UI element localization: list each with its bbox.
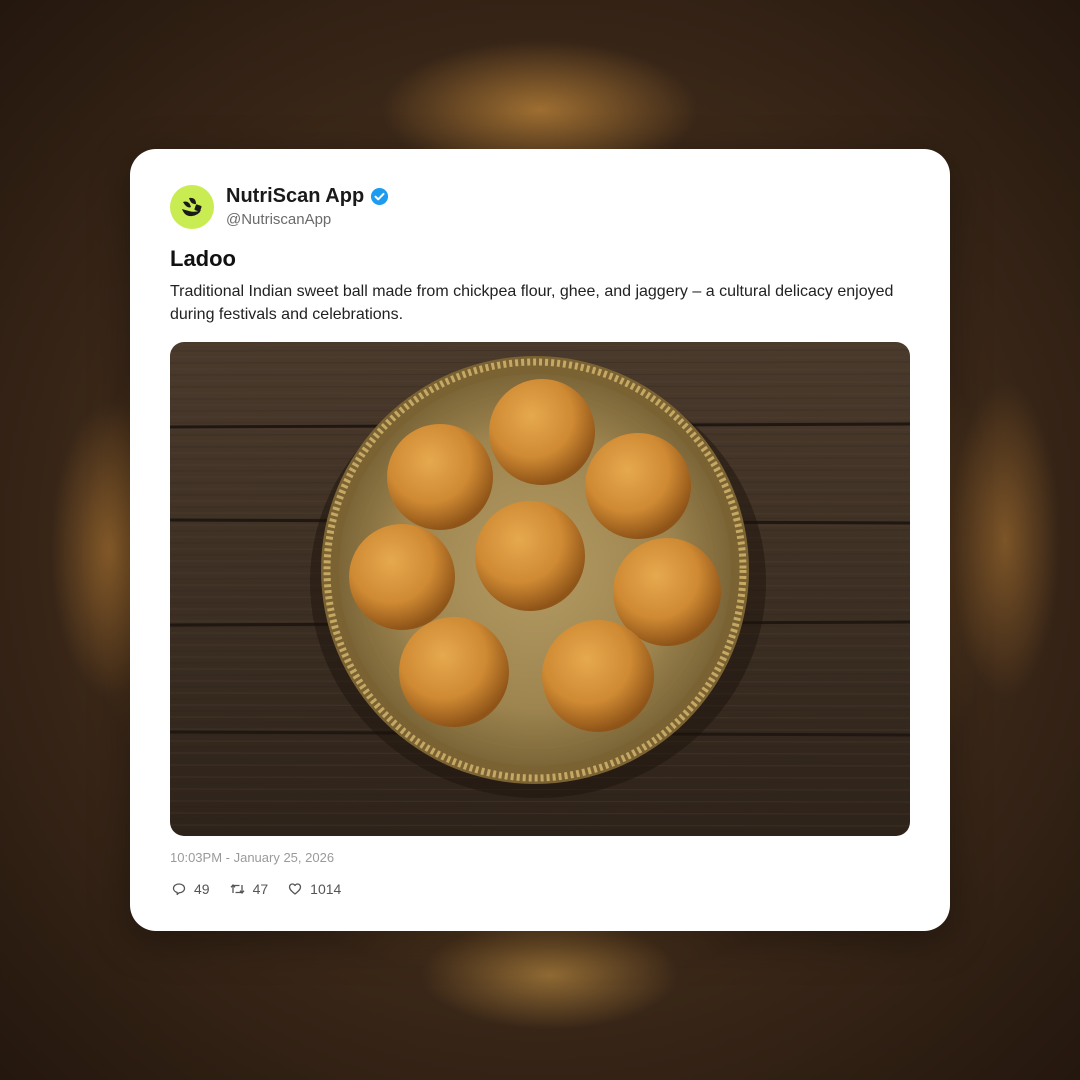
post-image[interactable] <box>170 342 910 836</box>
ladoo <box>349 524 455 630</box>
engagement-stats: 49 47 1014 <box>172 881 341 897</box>
post-timestamp: 10:03PM - January 25, 2026 <box>170 850 335 865</box>
retweet-button[interactable]: 47 <box>230 881 269 897</box>
ladoo <box>475 501 585 611</box>
like-button[interactable]: 1014 <box>288 881 341 897</box>
ladoo-plate-image <box>170 342 910 836</box>
heart-icon <box>289 883 302 895</box>
ladoo <box>542 620 654 732</box>
post-title: Ladoo <box>170 246 236 271</box>
verified-badge-icon <box>371 187 389 206</box>
account-handle[interactable]: @NutriscanApp <box>226 211 331 228</box>
avatar[interactable] <box>170 185 214 229</box>
like-count: 1014 <box>310 881 342 897</box>
ladoo <box>399 617 509 727</box>
account-name-row[interactable]: NutriScan App <box>226 185 389 208</box>
retweet-icon <box>230 884 245 894</box>
reply-button[interactable]: 49 <box>172 881 210 897</box>
retweet-count: 47 <box>252 881 269 897</box>
comment-icon <box>172 883 186 896</box>
leaf-logo-icon <box>182 197 202 217</box>
account-name[interactable]: NutriScan App <box>226 185 364 208</box>
ladoo <box>387 424 493 530</box>
background-glow <box>950 380 1060 700</box>
background-glow <box>420 920 680 1030</box>
post-card: NutriScan App @NutriscanApp Ladoo Tradit… <box>130 149 950 931</box>
reply-count: 49 <box>194 881 210 897</box>
ladoo <box>489 379 595 485</box>
post-description: Traditional Indian sweet ball made from … <box>170 283 894 323</box>
ladoo <box>585 433 691 539</box>
